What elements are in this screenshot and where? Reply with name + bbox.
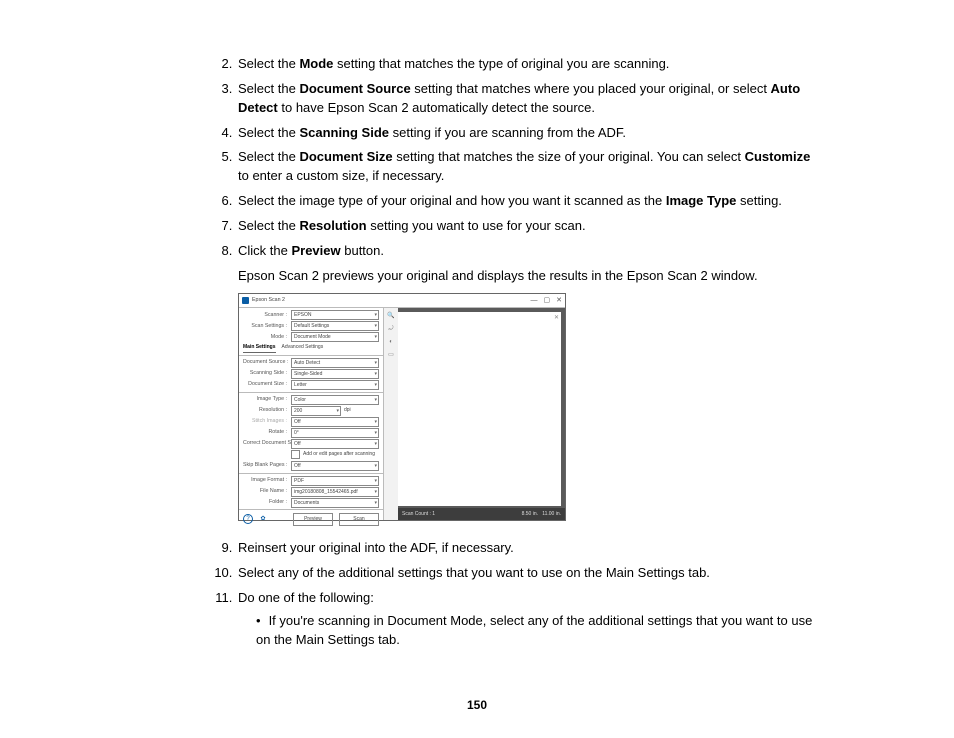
settings-icon[interactable]: ✿ xyxy=(259,515,267,523)
skew-select[interactable]: Off xyxy=(291,439,379,449)
rotate-select[interactable]: 0° xyxy=(291,428,379,438)
zoom-icon[interactable]: 🔍 xyxy=(387,312,394,321)
scanner-select[interactable]: EPSON xyxy=(291,310,379,320)
step-7: Select the Resolution setting you want t… xyxy=(236,217,824,236)
maximize-icon[interactable]: ▢ xyxy=(544,296,551,306)
scanning-side-select[interactable]: Single-Sided xyxy=(291,369,379,379)
crop-tool-icon[interactable]: ▭ xyxy=(388,351,394,360)
tab-advanced-settings[interactable]: Advanced Settings xyxy=(282,344,324,352)
document-size-select[interactable]: Letter xyxy=(291,380,379,390)
scan-button[interactable]: Scan xyxy=(339,513,379,526)
step-3: Select the Document Source setting that … xyxy=(236,80,824,118)
step-11: Do one of the following: If you're scann… xyxy=(236,589,824,650)
tab-main-settings[interactable]: Main Settings xyxy=(243,344,276,352)
folder-select[interactable]: Documents xyxy=(291,498,379,508)
step-4: Select the Scanning Side setting if you … xyxy=(236,124,824,143)
window-titlebar: Epson Scan 2 — ▢ ✕ xyxy=(239,294,565,308)
remove-preview-icon[interactable]: ✕ xyxy=(554,314,559,323)
preview-status-bar: Scan Count : 1 8.50 in. 11.00 in. xyxy=(398,508,565,520)
image-format-select[interactable]: PDF xyxy=(291,476,379,486)
document-source-select[interactable]: Auto Detect xyxy=(291,358,379,368)
resolution-select[interactable]: 200 xyxy=(291,406,341,416)
app-icon xyxy=(242,297,249,304)
document-page: Select the Mode setting that matches the… xyxy=(0,0,954,650)
mode-select[interactable]: Document Mode xyxy=(291,332,379,342)
skip-blank-select[interactable]: Off xyxy=(291,461,379,471)
step-2: Select the Mode setting that matches the… xyxy=(236,55,824,74)
step-11-bullet: If you're scanning in Document Mode, sel… xyxy=(256,612,824,650)
page-number: 150 xyxy=(0,697,954,714)
preview-thumbnail[interactable]: ✕ xyxy=(398,312,561,506)
settings-panel: Scanner :EPSON Scan Settings :Default Se… xyxy=(239,308,384,520)
file-name-field[interactable]: img20180808_15542465.pdf xyxy=(291,487,379,497)
add-edit-checkbox[interactable] xyxy=(291,450,300,459)
step-10: Select any of the additional settings th… xyxy=(236,564,824,583)
step-5: Select the Document Size setting that ma… xyxy=(236,148,824,186)
minimize-icon[interactable]: — xyxy=(531,296,538,306)
preview-area: 🔍 ⤾ ◐ ▭ ✕ Scan Count : 1 8.50 in. 11.00 … xyxy=(384,308,565,520)
epson-scan-screenshot: Epson Scan 2 — ▢ ✕ Scanner :EPSON Sca xyxy=(238,293,566,521)
step-8-desc: Epson Scan 2 previews your original and … xyxy=(238,267,824,286)
scan-settings-select[interactable]: Default Settings xyxy=(291,321,379,331)
image-type-select[interactable]: Color xyxy=(291,395,379,405)
step-6: Select the image type of your original a… xyxy=(236,192,824,211)
mirror-tool-icon[interactable]: ◐ xyxy=(389,338,393,347)
stitch-select[interactable]: Off xyxy=(291,417,379,427)
step-9: Reinsert your original into the ADF, if … xyxy=(236,539,824,558)
preview-button[interactable]: Preview xyxy=(293,513,333,526)
close-icon[interactable]: ✕ xyxy=(556,296,562,306)
help-icon[interactable]: ? xyxy=(243,514,253,524)
window-title: Epson Scan 2 xyxy=(252,297,285,305)
step-8: Click the Preview button. Epson Scan 2 p… xyxy=(236,242,824,522)
rotate-tool-icon[interactable]: ⤾ xyxy=(389,325,394,334)
